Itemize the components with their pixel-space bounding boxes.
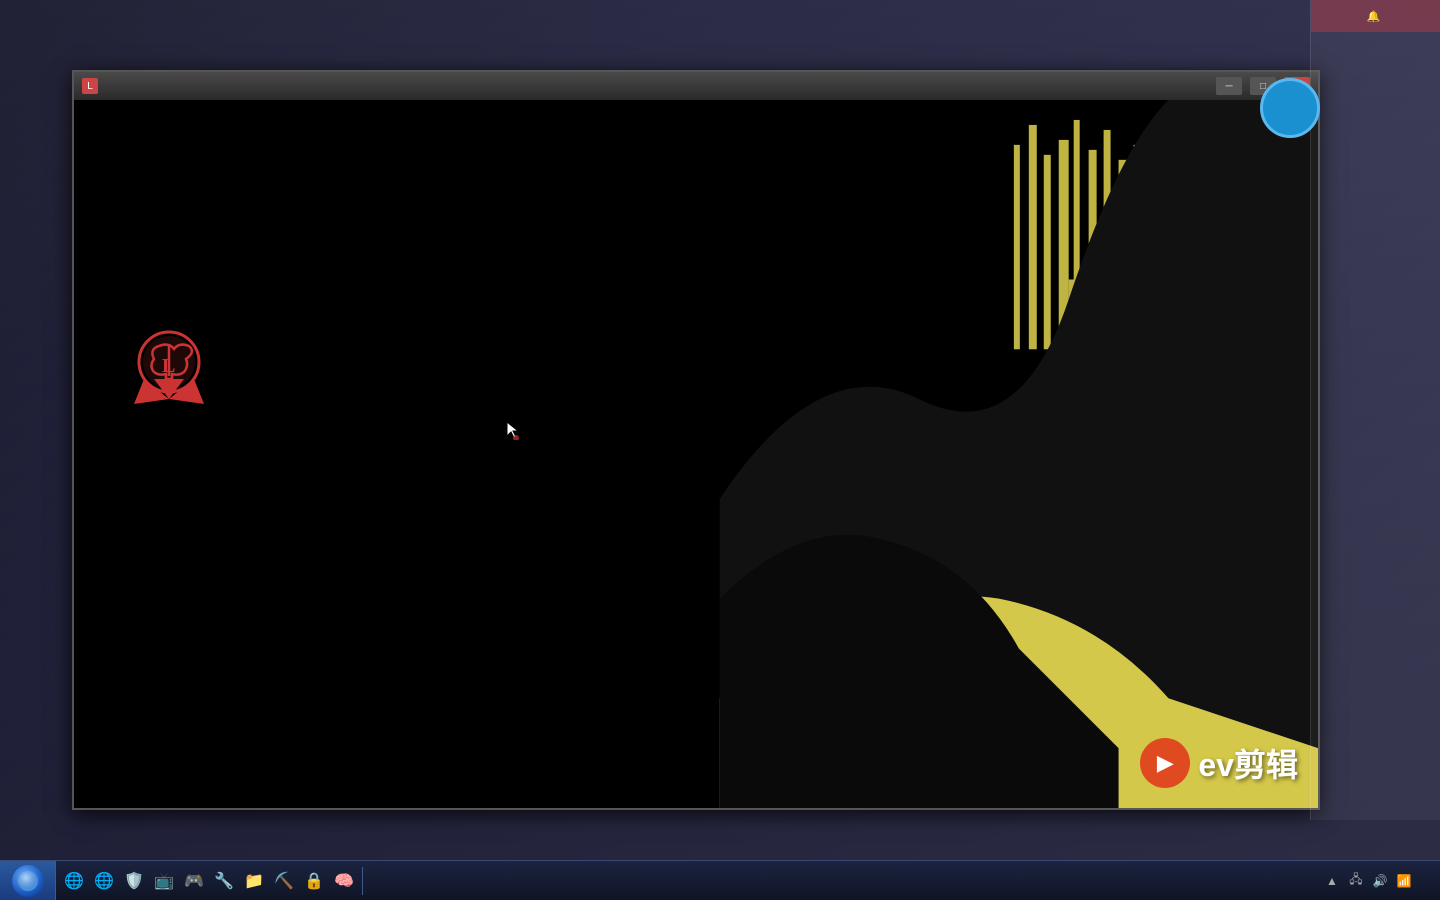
tray-network[interactable]: 🖧 — [1348, 873, 1364, 889]
taskbar: 🌐🌐🛡️📺🎮🔧📁⛏️🔒🧠 ▲ 🖧 🔊 📶 — [0, 860, 1440, 900]
taskbar-quick-vpn-tl[interactable]: 🔒 — [300, 867, 328, 895]
notification-icon: 🔔 — [1367, 10, 1381, 23]
ev-logo: ▶ ev剪辑 — [1140, 738, 1298, 788]
right-panel-content — [1311, 32, 1440, 820]
taskbar-quick-ie-tl[interactable]: 🌐 — [90, 867, 118, 895]
minimize-button[interactable]: ─ — [1216, 77, 1242, 95]
desktop: L ─ □ ✕ — [0, 0, 1440, 900]
game-icon: L — [82, 78, 98, 94]
ev-text: ev剪辑 — [1198, 740, 1298, 786]
tray-signal[interactable]: 📶 — [1396, 873, 1412, 889]
timer-display — [1260, 78, 1320, 138]
taskbar-quick-wegame-tl[interactable]: 🎮 — [180, 867, 208, 895]
start-button[interactable] — [0, 861, 56, 900]
taskbar-quick-folder-tl[interactable]: 📁 — [240, 867, 268, 895]
game-logo-icon: L — [124, 324, 214, 414]
taskbar-quick-lob-tl[interactable]: 🧠 — [330, 867, 358, 895]
taskbar-quick-gf-tl[interactable]: 🔧 — [210, 867, 238, 895]
right-panel: 🔔 — [1310, 0, 1440, 820]
taskbar-apps — [367, 861, 1316, 900]
logo-area: L — [124, 324, 224, 414]
tray-arrow[interactable]: ▲ — [1324, 873, 1340, 889]
svg-text:L: L — [162, 355, 175, 377]
taskbar-quick-iqiyi-tl[interactable]: 📺 — [150, 867, 178, 895]
taskbar-right: ▲ 🖧 🔊 📶 — [1316, 861, 1440, 900]
game-titlebar: L ─ □ ✕ — [74, 72, 1318, 100]
game-window: L ─ □ ✕ — [72, 70, 1320, 810]
start-orb-inner — [18, 871, 38, 891]
quick-launch: 🌐🌐🛡️📺🎮🔧📁⛏️🔒🧠 — [56, 867, 363, 895]
right-panel-header: 🔔 — [1311, 0, 1440, 32]
taskbar-quick-mc-tl[interactable]: ⛏️ — [270, 867, 298, 895]
ev-play-icon: ▶ — [1140, 738, 1190, 788]
taskbar-quick-chrome-tl[interactable]: 🌐 — [60, 867, 88, 895]
start-orb — [12, 865, 44, 897]
menu-area — [74, 419, 634, 808]
city-silhouette — [718, 100, 1318, 808]
tray-volume[interactable]: 🔊 — [1372, 873, 1388, 889]
taskbar-quick-qihoo-tl[interactable]: 🛡️ — [120, 867, 148, 895]
game-content: L ▶ ev剪辑 — [74, 100, 1318, 808]
